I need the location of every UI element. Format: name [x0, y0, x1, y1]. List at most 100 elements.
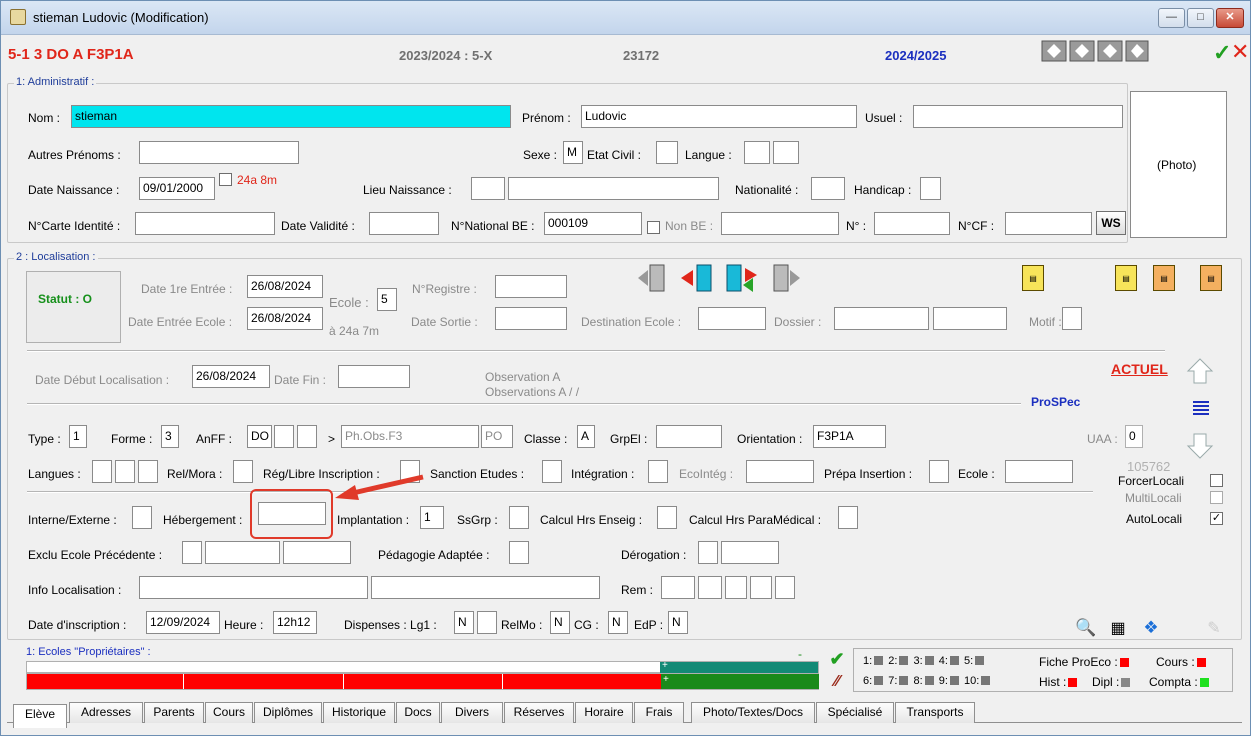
n-field[interactable]: [874, 212, 950, 235]
door-enter-red-icon[interactable]: [679, 263, 717, 293]
statut-box[interactable]: Statut : O: [26, 271, 121, 343]
non-be-checkbox[interactable]: [647, 221, 660, 234]
arrow-down-icon[interactable]: [1185, 431, 1215, 461]
anff-field-2[interactable]: [274, 425, 294, 448]
carte-identite-field[interactable]: [135, 212, 275, 235]
lieu-code-field[interactable]: [471, 177, 505, 200]
ecole-row-field[interactable]: [1005, 460, 1073, 483]
prenom-field[interactable]: Ludovic: [581, 105, 857, 128]
document-red-icon-1[interactable]: ▤: [1153, 265, 1175, 291]
exclu-field-1[interactable]: [182, 541, 202, 564]
type-field[interactable]: 1: [69, 425, 87, 448]
door-exit-grey-icon[interactable]: [636, 263, 672, 293]
naissance-checkbox[interactable]: [219, 173, 232, 186]
rem-field-3[interactable]: [725, 576, 747, 599]
destination-field[interactable]: [698, 307, 766, 330]
classe-field[interactable]: A: [577, 425, 595, 448]
interne-externe-field[interactable]: [132, 506, 152, 529]
document-red-icon-2[interactable]: ▤: [1200, 265, 1222, 291]
auto-checkbox[interactable]: ✓: [1210, 512, 1223, 525]
tab-divers[interactable]: Divers: [441, 702, 503, 723]
nom-field[interactable]: stieman: [71, 105, 511, 128]
network-icon[interactable]: ❖: [1140, 617, 1162, 639]
derogation-field-2[interactable]: [721, 541, 779, 564]
tab-eleve[interactable]: Elève: [13, 704, 67, 728]
arrow-up-icon[interactable]: [1185, 356, 1215, 386]
date-entree-ecole-field[interactable]: 26/08/2024: [247, 307, 323, 330]
date-inscription-field[interactable]: 12/09/2024: [146, 611, 220, 634]
nationalite-field[interactable]: [811, 177, 845, 200]
door-grey-icon[interactable]: [766, 263, 802, 293]
forcer-checkbox[interactable]: [1210, 474, 1223, 487]
anff-field[interactable]: DO: [247, 425, 272, 448]
actuel-link[interactable]: ACTUEL: [1111, 361, 1168, 377]
tab-photo-textes-docs[interactable]: Photo/Textes/Docs: [691, 702, 815, 723]
check-green-icon[interactable]: ✔: [827, 649, 847, 669]
relmo-field[interactable]: N: [550, 611, 570, 634]
date-validite-field[interactable]: [369, 212, 439, 235]
sanction-field[interactable]: [542, 460, 562, 483]
document-icon-1[interactable]: ▤: [1022, 265, 1044, 291]
archive-icon[interactable]: ▦: [1107, 617, 1129, 639]
ecole-field[interactable]: 5: [377, 288, 397, 311]
close-button[interactable]: ✕: [1216, 8, 1244, 28]
tab-horaire[interactable]: Horaire: [575, 702, 633, 723]
ssgrp-field[interactable]: [509, 506, 529, 529]
forme-field[interactable]: 3: [161, 425, 179, 448]
langue-field-2[interactable]: [773, 141, 799, 164]
rem-field-5[interactable]: [775, 576, 795, 599]
maximize-button[interactable]: □: [1187, 8, 1214, 28]
langues-field-3[interactable]: [138, 460, 158, 483]
tab-frais[interactable]: Frais: [634, 702, 684, 723]
tab-historique[interactable]: Historique: [323, 702, 395, 723]
tab-reserves[interactable]: Réserves: [504, 702, 574, 723]
prepa-field[interactable]: [929, 460, 949, 483]
ecointeg-field[interactable]: [746, 460, 814, 483]
debut-localisation-field[interactable]: 26/08/2024: [192, 365, 270, 388]
rem-field-1[interactable]: [661, 576, 695, 599]
integration-field[interactable]: [648, 460, 668, 483]
langues-field-2[interactable]: [115, 460, 135, 483]
ecoles-segment-green[interactable]: +: [661, 674, 819, 689]
motif-field[interactable]: [1062, 307, 1082, 330]
info-localisation-field-2[interactable]: [371, 576, 600, 599]
tab-specialise[interactable]: Spécialisé: [816, 702, 894, 723]
info-localisation-field-1[interactable]: [139, 576, 368, 599]
autres-prenoms-field[interactable]: [139, 141, 299, 164]
heure-field[interactable]: 12h12: [273, 611, 317, 634]
cg-field[interactable]: N: [608, 611, 628, 634]
registre-field[interactable]: [495, 275, 567, 298]
pedagogie-field[interactable]: [509, 541, 529, 564]
anff-field-3[interactable]: [297, 425, 317, 448]
slash-red-icon[interactable]: ⁄⁄: [827, 673, 847, 691]
tab-parents[interactable]: Parents: [144, 702, 204, 723]
grpel-field[interactable]: [656, 425, 722, 448]
list-icon[interactable]: [1191, 399, 1211, 419]
tab-diplomes[interactable]: Diplômes: [254, 702, 322, 723]
calcul-hrs-enseig-field[interactable]: [657, 506, 677, 529]
po-field[interactable]: PO: [481, 425, 513, 448]
document-icon-2[interactable]: ▤: [1115, 265, 1137, 291]
etat-civil-field[interactable]: [656, 141, 678, 164]
ncf-field[interactable]: [1005, 212, 1092, 235]
search-person-icon[interactable]: 🔍: [1075, 617, 1097, 639]
date-fin-field[interactable]: [338, 365, 410, 388]
dossier-field-2[interactable]: [933, 307, 1007, 330]
rem-field-4[interactable]: [750, 576, 772, 599]
tab-transports[interactable]: Transports: [895, 702, 975, 723]
exclu-field-3[interactable]: [283, 541, 351, 564]
calcul-hrs-paramedical-field[interactable]: [838, 506, 858, 529]
lg1-field-2[interactable]: [477, 611, 497, 634]
ph-obs-field[interactable]: Ph.Obs.F3: [341, 425, 479, 448]
handicap-field[interactable]: [920, 177, 941, 200]
orientation-field[interactable]: F3P1A: [813, 425, 886, 448]
door-exit-green-icon[interactable]: [721, 263, 759, 293]
ws-button[interactable]: WS: [1096, 211, 1126, 235]
photo-box[interactable]: (Photo): [1130, 91, 1227, 238]
lg1-field[interactable]: N: [454, 611, 474, 634]
date-sortie-field[interactable]: [495, 307, 567, 330]
langues-field-1[interactable]: [92, 460, 112, 483]
multi-checkbox[interactable]: [1210, 491, 1223, 504]
rem-field-2[interactable]: [698, 576, 722, 599]
implantation-field[interactable]: 1: [420, 506, 444, 529]
